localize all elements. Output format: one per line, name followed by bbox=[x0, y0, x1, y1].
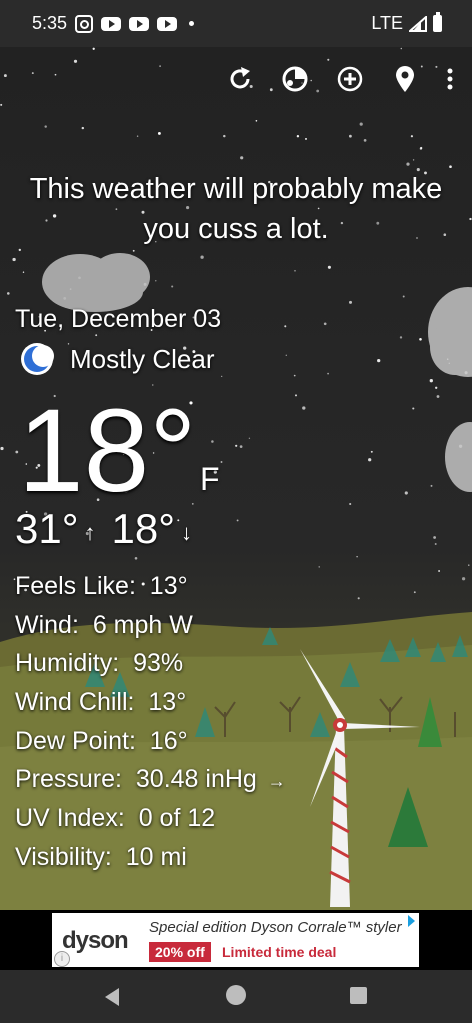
more-options-button[interactable] bbox=[440, 59, 460, 99]
detail-label: Humidity: bbox=[15, 649, 120, 678]
detail-dew-point: Dew Point: 16° bbox=[15, 722, 286, 761]
detail-visibility: Visibility: 10 mi bbox=[15, 838, 286, 877]
back-icon[interactable] bbox=[105, 988, 119, 1006]
current-temperature: 18° bbox=[18, 385, 197, 517]
add-circle-icon bbox=[337, 66, 363, 92]
detail-wind: Wind: 6 mph W bbox=[15, 606, 286, 645]
status-bar: 5:35 LTE bbox=[0, 0, 472, 47]
detail-value: 6 mph W bbox=[92, 610, 193, 639]
network-type: LTE bbox=[371, 13, 403, 33]
detail-label: UV Index: bbox=[15, 804, 125, 833]
more-vert-icon bbox=[447, 68, 453, 90]
detail-pressure: Pressure: 30.48 inHg → bbox=[15, 760, 286, 799]
detail-value: 30.48 inHg bbox=[135, 765, 257, 794]
detail-label: Pressure: bbox=[15, 765, 122, 794]
detail-value: 13° bbox=[149, 572, 188, 600]
detail-label: Dew Point: bbox=[15, 726, 136, 755]
moon-icon bbox=[21, 343, 54, 375]
battery-icon bbox=[433, 12, 442, 32]
refresh-button[interactable] bbox=[220, 59, 260, 99]
cloud-icon bbox=[42, 253, 150, 312]
detail-value: 13° bbox=[148, 688, 187, 717]
arrow-up-icon: ↑ bbox=[84, 520, 96, 545]
instagram-icon bbox=[75, 14, 94, 33]
ad-banner[interactable]: dyson i Special edition Dyson Corrale™ s… bbox=[52, 913, 419, 967]
ad-deal-text: Limited time deal bbox=[222, 944, 337, 960]
condition-label: Mostly Clear bbox=[70, 343, 215, 374]
add-location-button[interactable] bbox=[330, 59, 370, 99]
pressure-trend-icon: → bbox=[267, 771, 286, 792]
high-temperature: 31° bbox=[15, 505, 79, 552]
detail-uv-index: UV Index: 0 of 12 bbox=[15, 799, 286, 838]
detail-wind-chill: Wind Chill: 13° bbox=[15, 683, 286, 722]
recents-icon[interactable] bbox=[350, 987, 367, 1004]
weather-headline: This weather will probably make you cuss… bbox=[29, 173, 443, 245]
cloud-icon bbox=[428, 287, 472, 377]
high-low: 31° ↑ 18° ↓ bbox=[15, 505, 202, 553]
radar-button[interactable] bbox=[275, 59, 315, 99]
current-date: Tue, December 03 bbox=[15, 305, 222, 333]
radar-icon bbox=[282, 66, 308, 92]
signal-icon bbox=[409, 15, 427, 32]
more-notifications-icon bbox=[189, 21, 195, 26]
youtube-icon bbox=[101, 16, 122, 31]
youtube-icon bbox=[129, 16, 150, 31]
low-temperature: 18° bbox=[111, 505, 176, 552]
weather-area: This weather will probably make you cuss… bbox=[0, 47, 472, 910]
ad-info-icon[interactable]: i bbox=[54, 951, 70, 967]
navigation-bar bbox=[0, 970, 472, 1023]
weather-details: Feels Like: 13° Wind: 6 mph W Humidity: … bbox=[15, 567, 286, 877]
ad-brand-logo: dyson bbox=[62, 927, 129, 954]
home-icon[interactable] bbox=[226, 985, 246, 1005]
detail-value: 16° bbox=[149, 726, 188, 755]
refresh-icon bbox=[230, 67, 250, 89]
ad-area: dyson i Special edition Dyson Corrale™ s… bbox=[0, 910, 472, 970]
detail-value: 0 of 12 bbox=[138, 804, 216, 833]
location-button[interactable] bbox=[385, 59, 425, 99]
detail-label: Wind: bbox=[15, 610, 79, 639]
detail-humidity: Humidity: 93% bbox=[15, 644, 286, 683]
screen: 5:35 LTE This weather will probably make… bbox=[0, 0, 472, 1023]
detail-feels-like: Feels Like: 13° bbox=[15, 567, 286, 606]
current-condition: Mostly Clear bbox=[20, 342, 214, 376]
youtube-icon bbox=[157, 16, 178, 31]
arrow-down-icon: ↓ bbox=[181, 520, 193, 545]
ad-discount-badge: 20% off bbox=[149, 942, 211, 962]
adchoices-icon[interactable] bbox=[408, 915, 415, 927]
ad-headline: Special edition Dyson Corrale™ styler bbox=[149, 919, 402, 936]
cloud-icon bbox=[445, 422, 472, 492]
detail-label: Feels Like: bbox=[15, 572, 136, 600]
detail-label: Visibility: bbox=[15, 842, 112, 871]
detail-value: 93% bbox=[133, 649, 184, 678]
temperature-unit: F bbox=[200, 461, 220, 497]
detail-value: 10 mi bbox=[125, 842, 187, 871]
status-time: 5:35 bbox=[32, 13, 68, 33]
detail-label: Wind Chill: bbox=[15, 688, 135, 717]
toolbar bbox=[220, 59, 472, 99]
location-pin-icon bbox=[396, 66, 414, 92]
